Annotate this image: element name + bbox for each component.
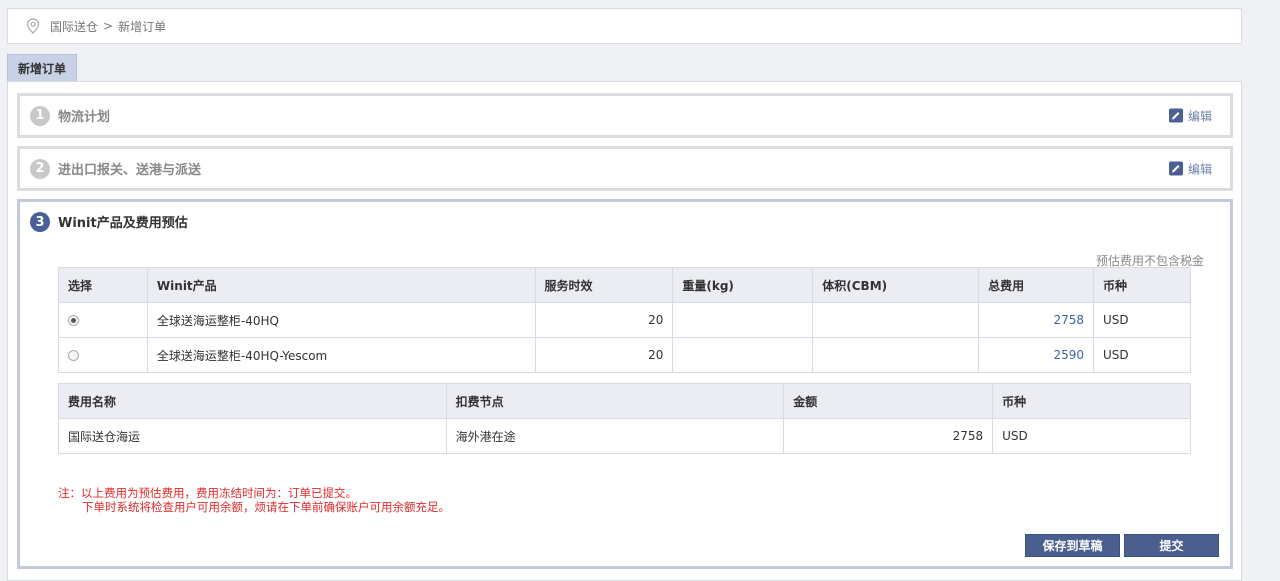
step-logistics-plan: 1 物流计划 编辑 [17,93,1233,138]
fee-table: 费用名称 扣费节点 金额 币种 国际送仓海运 海外港在途 2758 USD [58,383,1191,454]
service-days: 20 [534,337,674,373]
column-header: 币种 [1093,267,1191,303]
edit-icon [1168,108,1183,123]
step-customs-delivery: 2 进出口报关、送港与派送 编辑 [17,146,1233,191]
tab-new-order[interactable]: 新增订单 [7,54,77,82]
order-panel: 1 物流计划 编辑 2 进出口报关、送港与派送 编辑 3 Winit产品及费用预… [7,81,1242,581]
product-radio[interactable] [68,350,79,361]
step-number: 1 [30,105,50,126]
edit-button[interactable]: 编辑 [1168,160,1212,177]
product-name: 全球送海运整柜-40HQ [146,302,536,338]
edit-button[interactable]: 编辑 [1168,107,1212,124]
step-number: 3 [30,212,50,232]
table-row: 全球送海运整柜-40HQ-Yescom 20 2590 USD [58,337,1191,373]
step-title: 进出口报关、送港与派送 [58,163,202,178]
service-days: 20 [534,302,674,338]
column-header: 币种 [992,383,1191,419]
breadcrumb: 国际送仓 > 新增订单 [7,8,1242,44]
fee-node: 海外港在途 [445,418,785,454]
product-table: 选择 Winit产品 服务时效 重量(kg) 体积(CBM) 总费用 币种 全球… [58,267,1191,373]
table-header-row: 费用名称 扣费节点 金额 币种 [58,383,1191,419]
save-draft-button[interactable]: 保存到草稿 [1025,534,1120,557]
column-header: 体积(CBM) [812,267,980,303]
currency: USD [1093,302,1191,338]
column-header: 服务时效 [534,267,674,303]
weight [672,337,814,373]
column-header: 金额 [783,383,994,419]
weight [672,302,814,338]
total-fee-link[interactable]: 2758 [978,302,1095,338]
total-fee-link[interactable]: 2590 [978,337,1095,373]
submit-button[interactable]: 提交 [1124,534,1219,557]
fee-warning: 注：以上费用为预估费用，费用冻结时间为：订单已提交。 下单时系统将检查用户可用余… [58,486,450,514]
table-row: 国际送仓海运 海外港在途 2758 USD [58,418,1191,454]
column-header: 选择 [58,267,148,303]
column-header: Winit产品 [146,267,536,303]
table-header-row: 选择 Winit产品 服务时效 重量(kg) 体积(CBM) 总费用 币种 [58,267,1191,303]
fee-currency: USD [992,418,1191,454]
breadcrumb-current: 新增订单 [118,19,167,34]
location-pin-icon [26,18,40,34]
edit-label: 编辑 [1187,162,1212,176]
column-header: 费用名称 [58,383,447,419]
step-title: 物流计划 [58,110,111,125]
fee-amount: 2758 [783,418,994,454]
table-row: 全球送海运整柜-40HQ 20 2758 USD [58,302,1191,338]
edit-icon [1168,161,1183,176]
step-title: Winit产品及费用预估 [58,216,188,231]
breadcrumb-separator: > [103,19,114,33]
volume [812,337,980,373]
column-header: 扣费节点 [445,383,785,419]
currency: USD [1093,337,1191,373]
step-number: 2 [30,158,50,179]
column-header: 重量(kg) [672,267,814,303]
fee-name: 国际送仓海运 [58,418,447,454]
product-radio[interactable] [68,315,79,326]
warning-line-1: 注：以上费用为预估费用，费用冻结时间为：订单已提交。 [58,486,357,500]
step-product-estimate: 3 Winit产品及费用预估 预估费用不包含税金 选择 Winit产品 服务时效… [17,199,1233,569]
warning-line-2: 下单时系统将检查用户可用余额，烦请在下单前确保账户可用余额充足。 [82,500,450,514]
volume [812,302,980,338]
product-name: 全球送海运整柜-40HQ-Yescom [146,337,536,373]
column-header: 总费用 [978,267,1095,303]
breadcrumb-root[interactable]: 国际送仓 [50,18,98,35]
edit-label: 编辑 [1187,109,1212,123]
